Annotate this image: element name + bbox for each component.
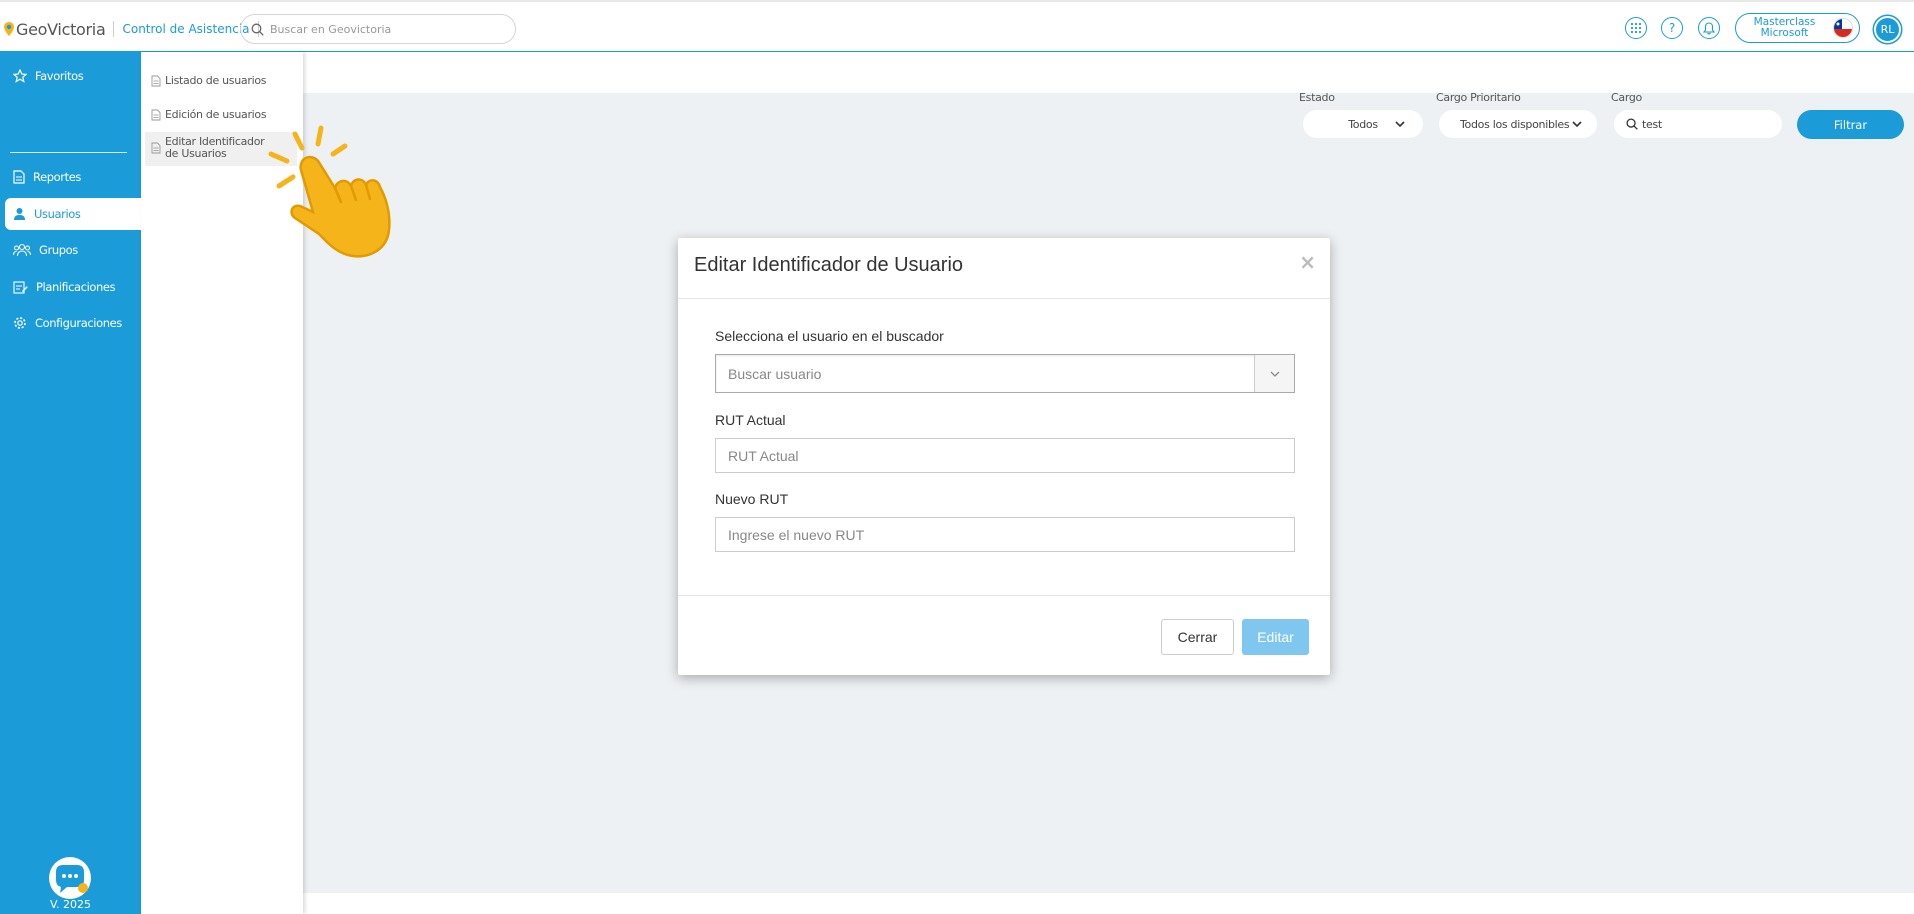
divider xyxy=(10,152,127,153)
chile-flag-icon xyxy=(1833,18,1853,38)
logo-text: GeoVictoria xyxy=(16,19,106,39)
sidebar-item-label: Planificaciones xyxy=(36,280,116,294)
search-icon xyxy=(251,23,264,36)
filter-cargo-prioritario-select[interactable]: Todos los disponibles xyxy=(1439,110,1597,138)
submenu-item-label: Edición de usuarios xyxy=(165,108,267,121)
close-icon[interactable]: × xyxy=(1299,250,1316,274)
sidebar-item-label: Grupos xyxy=(39,243,78,257)
sidebar-item-favoritos[interactable]: Favoritos xyxy=(5,60,141,92)
rut-actual-placeholder: RUT Actual xyxy=(728,447,799,464)
edit-button[interactable]: Editar xyxy=(1242,619,1309,655)
sidebar: Favoritos Reportes Usuarios Grupos Plani… xyxy=(0,52,141,914)
document-icon xyxy=(13,170,25,184)
calendar-edit-icon xyxy=(13,281,28,294)
nuevo-rut-field[interactable]: Ingrese el nuevo RUT xyxy=(715,517,1295,552)
user-icon xyxy=(14,208,25,220)
search-placeholder: Buscar en Geovictoria xyxy=(270,22,392,36)
document-icon xyxy=(151,75,161,87)
rut-actual-field[interactable]: RUT Actual xyxy=(715,438,1295,473)
company-selector[interactable]: Masterclass Microsoft xyxy=(1735,13,1860,43)
sidebar-item-label: Usuarios xyxy=(34,207,81,221)
star-icon xyxy=(13,69,27,83)
user-search-placeholder: Buscar usuario xyxy=(728,365,822,382)
gear-icon xyxy=(14,317,26,329)
filter-cargo-prioritario-value: Todos los disponibles xyxy=(1460,117,1570,131)
divider xyxy=(678,595,1330,596)
modal-title: Editar Identificador de Usuario xyxy=(694,254,964,276)
sidebar-item-usuarios[interactable]: Usuarios xyxy=(5,198,141,230)
filter-cargo-value: test xyxy=(1642,117,1662,131)
nuevo-rut-placeholder: Ingrese el nuevo RUT xyxy=(728,526,865,543)
close-button[interactable]: Cerrar xyxy=(1161,619,1234,655)
logo[interactable]: GeoVictoria Control de Asistencia xyxy=(4,18,267,40)
filter-cargo-label: Cargo xyxy=(1611,91,1642,104)
search-icon xyxy=(1626,118,1638,130)
sidebar-item-label: Configuraciones xyxy=(35,316,122,330)
module-name: Control de Asistencia xyxy=(122,22,250,36)
sidebar-item-label: Favoritos xyxy=(35,69,84,83)
user-search-select[interactable]: Buscar usuario xyxy=(715,354,1295,393)
user-search-label: Selecciona el usuario en el buscador xyxy=(715,328,944,344)
filter-estado-label: Estado xyxy=(1299,91,1335,104)
submenu-item-label: Listado de usuarios xyxy=(165,74,267,87)
company-name: Masterclass Microsoft xyxy=(1753,16,1816,39)
nuevo-rut-label: Nuevo RUT xyxy=(715,491,789,507)
avatar[interactable]: RL xyxy=(1874,16,1901,43)
submenu-item-label: Editar Identificador de Usuarios xyxy=(165,135,265,160)
filter-cargo-prioritario-label: Cargo Prioritario xyxy=(1436,91,1521,104)
top-bar: GeoVictoria Control de Asistencia Buscar… xyxy=(0,0,1914,52)
filter-estado-select[interactable]: Todos xyxy=(1303,110,1423,138)
document-icon xyxy=(151,109,161,121)
divider xyxy=(113,21,115,37)
bell-icon[interactable] xyxy=(1698,17,1720,39)
filter-estado-value: Todos xyxy=(1348,117,1378,131)
app-version: V. 2025 xyxy=(49,898,92,911)
chevron-down-icon xyxy=(1572,120,1582,127)
sidebar-item-configuraciones[interactable]: Configuraciones xyxy=(5,307,141,339)
filter-cargo-input[interactable]: test xyxy=(1614,110,1782,138)
filter-button[interactable]: Filtrar xyxy=(1797,110,1904,139)
chat-support-icon[interactable] xyxy=(45,856,95,900)
location-pin-icon xyxy=(4,22,14,36)
modal-header: Editar Identificador de Usuario × xyxy=(678,238,1330,299)
submenu-item-listado[interactable]: Listado de usuarios xyxy=(145,74,297,92)
rut-actual-label: RUT Actual xyxy=(715,412,786,428)
edit-user-id-modal: Editar Identificador de Usuario × Selecc… xyxy=(678,238,1330,675)
sidebar-item-reportes[interactable]: Reportes xyxy=(5,161,141,193)
help-icon[interactable]: ? xyxy=(1661,17,1683,39)
group-icon xyxy=(13,243,31,257)
sidebar-item-planificaciones[interactable]: Planificaciones xyxy=(5,271,141,303)
sidebar-item-label: Reportes xyxy=(33,170,81,184)
chevron-down-icon xyxy=(1395,120,1405,127)
document-icon xyxy=(151,142,161,154)
global-search-input[interactable]: Buscar en Geovictoria xyxy=(240,14,516,44)
sidebar-item-grupos[interactable]: Grupos xyxy=(5,234,141,266)
chevron-down-icon[interactable] xyxy=(1254,355,1294,392)
apps-grid-icon[interactable] xyxy=(1625,17,1647,39)
pointing-hand-icon xyxy=(268,125,391,258)
